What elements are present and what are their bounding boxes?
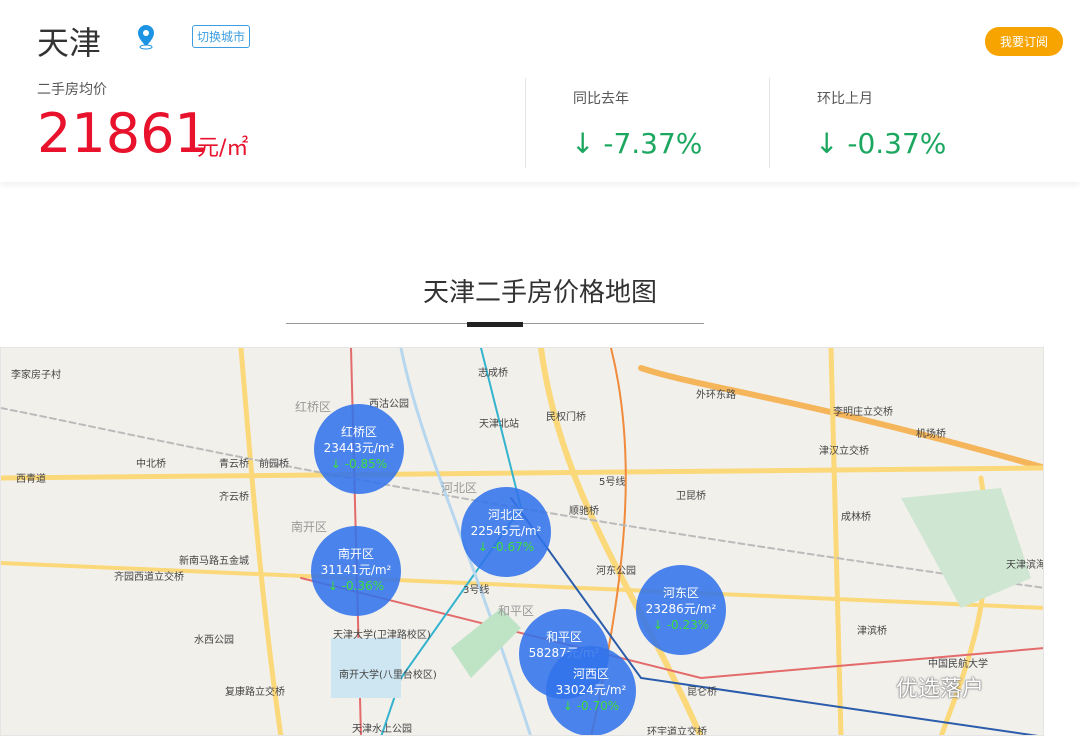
district-name: 河东区 <box>636 585 726 601</box>
map-label: 青云桥 <box>219 455 249 470</box>
map-label: 复康路立交桥 <box>225 683 285 698</box>
map-label: 天津大学(卫津路校区) <box>333 626 431 641</box>
district-change: ↓ -0.36% <box>311 578 401 594</box>
map-label: 李明庄立交桥 <box>833 403 893 418</box>
section-title: 天津二手房价格地图 <box>0 272 1080 309</box>
map-label: 外环东路 <box>696 386 736 401</box>
map-label: 环宇道立交桥 <box>647 723 707 736</box>
map-label: 河东公园 <box>596 562 636 577</box>
title-accent-bar <box>467 322 523 327</box>
map-label: 卫昆桥 <box>676 487 706 502</box>
district-name: 河西区 <box>546 666 636 682</box>
district-change: ↓ -0.23% <box>636 617 726 633</box>
map-label: 水西公园 <box>194 631 234 646</box>
map-label: 南开区 <box>291 518 327 535</box>
district-name: 和平区 <box>519 629 609 645</box>
divider <box>525 78 526 168</box>
divider <box>769 78 770 168</box>
mom-value: ↓ -0.37% <box>815 127 946 160</box>
yoy-value: ↓ -7.37% <box>571 127 702 160</box>
district-price: 23286元/m² <box>636 601 726 617</box>
district-bubble[interactable]: 河东区23286元/m²↓ -0.23% <box>636 565 726 655</box>
map-label: 5号线 <box>599 473 625 488</box>
district-name: 红桥区 <box>314 424 404 440</box>
map-label: 天津水上公园 <box>352 720 412 735</box>
district-name: 河北区 <box>461 507 551 523</box>
map-label: 顺驰桥 <box>569 502 599 517</box>
map-label: 机场桥 <box>916 425 946 440</box>
switch-city-button[interactable]: 切换城市 <box>192 25 250 48</box>
district-price: 22545元/m² <box>461 523 551 539</box>
map-label: 西青道 <box>16 470 46 485</box>
map-label: 齐云桥 <box>219 488 249 503</box>
map-label: 南开大学(八里台校区) <box>339 666 437 681</box>
map-label: 齐园西道立交桥 <box>114 568 184 583</box>
avg-price-label: 二手房均价 <box>37 79 107 99</box>
district-price: 23443元/m² <box>314 440 404 456</box>
map-label: 天津北站 <box>479 415 519 430</box>
district-bubble[interactable]: 红桥区23443元/m²↓ -0.85% <box>314 404 404 494</box>
district-change: ↓ -0.67% <box>461 539 551 555</box>
map-label: 津滨桥 <box>857 622 887 637</box>
map-label: 中北桥 <box>136 455 166 470</box>
map-label: 和平区 <box>498 602 534 619</box>
map-label: 天津滨海国际机场 <box>1006 556 1044 571</box>
district-price: 31141元/m² <box>311 562 401 578</box>
map-label: 河北区 <box>441 479 477 496</box>
district-change: ↓ -0.85% <box>314 456 404 472</box>
map-label: 红桥区 <box>295 398 331 415</box>
district-bubble[interactable]: 河西区33024元/m²↓ -0.70% <box>546 646 636 736</box>
price-map[interactable]: 李家房子村志成桥红桥区西沽公园天津北站民权门桥外环东路李明庄立交桥机场桥津汉立交… <box>0 347 1044 736</box>
map-label: 前园桥 <box>259 455 289 470</box>
mom-label: 环比上月 <box>817 88 873 108</box>
subscribe-button[interactable]: 我要订阅 <box>985 27 1063 56</box>
map-label: 志成桥 <box>478 364 508 379</box>
yoy-label: 同比去年 <box>573 88 629 108</box>
map-label: 李家房子村 <box>11 366 61 381</box>
district-bubble[interactable]: 河北区22545元/m²↓ -0.67% <box>461 487 551 577</box>
district-price: 33024元/m² <box>546 682 636 698</box>
map-label: 津汉立交桥 <box>819 442 869 457</box>
price-unit: 元/㎡ <box>197 130 248 162</box>
map-label: 新南马路五金城 <box>179 552 249 567</box>
map-label: 昆仑桥 <box>687 683 717 698</box>
map-label: 中国民航大学 <box>928 655 988 670</box>
city-header: 天津 切换城市 我要订阅 二手房均价 21861 元/㎡ 同比去年 ↓ -7.3… <box>0 0 1080 182</box>
map-label: 3号线 <box>463 581 489 596</box>
map-label: 成林桥 <box>841 508 871 523</box>
district-bubble[interactable]: 南开区31141元/m²↓ -0.36% <box>311 526 401 616</box>
avg-price: 21861 <box>37 104 209 164</box>
watermark: 优选落户 <box>896 671 984 703</box>
location-pin-icon <box>136 24 156 50</box>
district-name: 南开区 <box>311 546 401 562</box>
city-name: 天津 <box>37 18 101 64</box>
district-change: ↓ -0.70% <box>546 698 636 714</box>
map-label: 民权门桥 <box>546 408 586 423</box>
